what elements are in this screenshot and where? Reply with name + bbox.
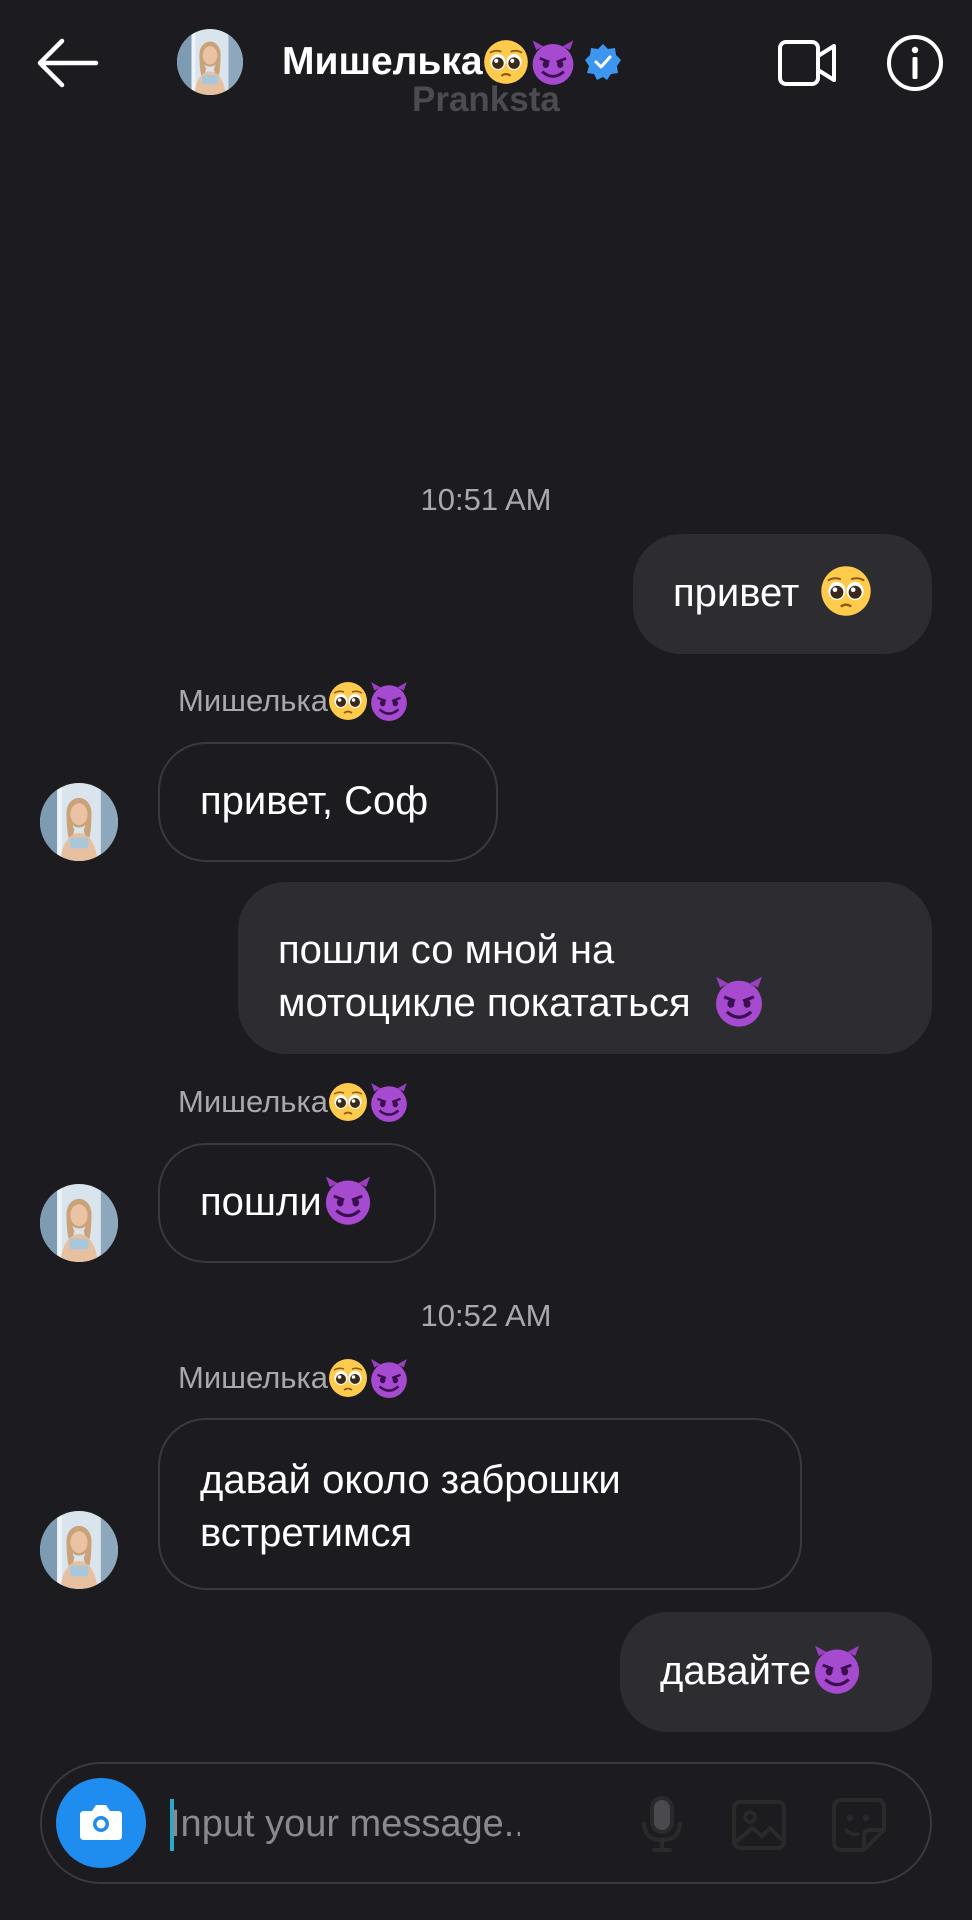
chat-header: Мишелька Pranksta xyxy=(0,0,972,130)
back-arrow-icon xyxy=(37,38,99,88)
video-call-icon xyxy=(778,40,836,86)
contact-name[interactable]: Мишелька xyxy=(282,38,623,86)
message-text: давайте xyxy=(660,1649,812,1693)
sender-name-text: Мишелька xyxy=(178,683,328,718)
message-text-line-2: мотоцикле покататься xyxy=(278,975,932,1030)
gallery-button[interactable] xyxy=(728,1794,790,1856)
outgoing-message[interactable]: привет xyxy=(633,534,932,654)
video-call-button[interactable] xyxy=(776,36,840,90)
sender-avatar[interactable] xyxy=(40,1511,118,1589)
sender-name-text: Мишелька xyxy=(178,1084,328,1119)
smiling-devil-icon xyxy=(369,1081,409,1123)
incoming-message[interactable]: пошли xyxy=(158,1143,436,1263)
contact-avatar[interactable] xyxy=(177,29,243,95)
message-text: привет xyxy=(673,571,800,615)
sender-avatar[interactable] xyxy=(40,783,118,861)
microphone-icon xyxy=(642,1796,682,1852)
camera-button[interactable] xyxy=(56,1778,146,1868)
outgoing-message[interactable]: давайте xyxy=(620,1612,932,1732)
sticker-button[interactable] xyxy=(828,1794,890,1856)
timestamp: 10:51 AM xyxy=(420,482,552,517)
pleading-face-icon xyxy=(328,1082,368,1122)
back-button[interactable] xyxy=(30,28,110,98)
contact-name-text: Мишелька xyxy=(282,40,483,83)
verified-badge-icon xyxy=(584,44,621,80)
outgoing-message[interactable]: пошли со мной на мотоцикле покататься xyxy=(238,882,932,1054)
pleading-face-icon xyxy=(328,681,368,721)
smiling-devil-icon xyxy=(813,1644,861,1696)
pleading-face-icon xyxy=(482,39,529,85)
message-composer xyxy=(40,1762,932,1884)
incoming-message[interactable]: давай около заброшки встретимся xyxy=(158,1418,802,1590)
message-text-line-1: пошли со мной на xyxy=(278,928,615,972)
info-icon xyxy=(887,35,943,91)
sender-avatar[interactable] xyxy=(40,1184,118,1262)
incoming-message[interactable]: привет, Соф xyxy=(158,742,498,862)
timestamp: 10:52 AM xyxy=(420,1298,552,1333)
sticker-icon xyxy=(832,1798,886,1852)
pleading-face-icon xyxy=(328,1358,368,1398)
smiling-devil-icon xyxy=(324,1175,372,1227)
message-text: пошли xyxy=(200,1180,322,1224)
contact-subtitle: Pranksta xyxy=(412,80,560,119)
smiling-devil-icon xyxy=(714,975,764,1029)
message-input[interactable] xyxy=(170,1794,520,1854)
sender-name: Мишелька xyxy=(178,1081,410,1123)
smiling-devil-icon xyxy=(369,680,409,722)
pleading-face-icon xyxy=(820,565,873,618)
voice-message-button[interactable] xyxy=(632,1794,692,1856)
message-text-line-2-text: мотоцикле покататься xyxy=(278,981,691,1025)
sender-name: Мишелька xyxy=(178,680,410,722)
sender-name: Мишелька xyxy=(178,1357,410,1399)
smiling-devil-icon xyxy=(369,1357,409,1399)
sender-name-text: Мишелька xyxy=(178,1360,328,1395)
camera-icon xyxy=(80,1805,122,1840)
info-button[interactable] xyxy=(885,33,945,93)
message-text-line-1: давай около заброшки xyxy=(200,1458,621,1502)
message-text-line-2: встретимся xyxy=(200,1511,413,1555)
gallery-icon xyxy=(732,1800,786,1850)
smiling-devil-icon xyxy=(530,38,575,86)
message-text: привет, Соф xyxy=(200,779,429,823)
